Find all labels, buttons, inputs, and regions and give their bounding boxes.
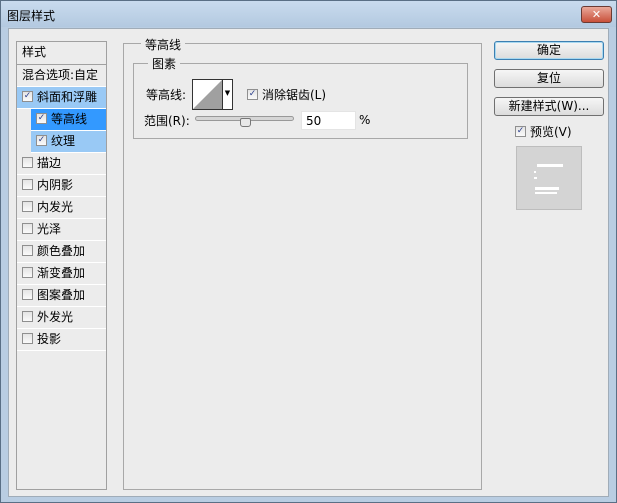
antialias-check[interactable]: ✓ (247, 89, 258, 100)
preview-label: 预览(V) (530, 125, 572, 139)
style-item[interactable]: 内发光 (17, 197, 106, 219)
style-item-checkbox[interactable] (22, 311, 33, 322)
layer-style-dialog: 图层样式 ✕ 样式 混合选项:自定 ✓ 斜面和浮雕 ✓ 等高线 ✓ 纹理描边内阴影内发光光… (0, 0, 617, 503)
style-item-checkbox[interactable] (22, 179, 33, 190)
preview-checkbox[interactable]: ✓ 预览(V) (515, 123, 572, 140)
antialias-label: 消除锯齿(L) (262, 88, 327, 102)
style-item-label: 纹理 (51, 134, 76, 148)
style-item-label: 图案叠加 (37, 288, 86, 302)
style-item-label: 内发光 (37, 200, 74, 214)
styles-list: 样式 混合选项:自定 ✓ 斜面和浮雕 ✓ 等高线 ✓ 纹理描边内阴影内发光光泽颜色叠加渐变… (16, 41, 107, 490)
style-item[interactable]: ✓ 斜面和浮雕 (17, 87, 106, 109)
contour-curve-icon (193, 80, 222, 109)
style-item[interactable]: ✓ 纹理 (31, 131, 106, 153)
reset-button[interactable]: 复位 (494, 69, 604, 88)
style-item-checkbox[interactable] (22, 267, 33, 278)
dialog-title: 图层样式 (7, 9, 56, 23)
style-item-label: 斜面和浮雕 (37, 90, 98, 104)
style-item-label: 内阴影 (37, 178, 74, 192)
style-item-checkbox[interactable] (22, 223, 33, 234)
style-item-checkbox[interactable]: ✓ (36, 113, 47, 124)
contour-label: 等高线: (146, 88, 187, 102)
style-item[interactable]: 颜色叠加 (17, 241, 106, 263)
styles-header[interactable]: 样式 (17, 42, 106, 65)
style-item-checkbox[interactable]: ✓ (22, 91, 33, 102)
style-item[interactable]: 外发光 (17, 307, 106, 329)
close-button[interactable]: ✕ (581, 6, 612, 23)
title-bar: 图层样式 (1, 1, 616, 27)
style-item-checkbox[interactable] (22, 157, 33, 168)
style-item-label: 颜色叠加 (37, 244, 86, 258)
style-item[interactable]: 光泽 (17, 219, 106, 241)
style-item[interactable]: 投影 (17, 329, 106, 351)
group-title: 图素 (148, 55, 181, 72)
style-item-label: 投影 (37, 332, 62, 346)
style-item[interactable]: 描边 (17, 153, 106, 175)
style-item[interactable]: ✓ 等高线 (31, 109, 106, 131)
antialias-checkbox[interactable]: ✓ 消除锯齿(L) (247, 86, 326, 103)
style-item-label: 外发光 (37, 310, 74, 324)
preview-check[interactable]: ✓ (515, 126, 526, 137)
chevron-down-icon[interactable]: ▼ (222, 80, 232, 109)
style-item-checkbox[interactable] (22, 201, 33, 212)
style-item[interactable]: 图案叠加 (17, 285, 106, 307)
style-item[interactable]: 渐变叠加 (17, 263, 106, 285)
style-item-checkbox[interactable]: ✓ (36, 135, 47, 146)
blending-options[interactable]: 混合选项:自定 (17, 65, 106, 87)
preview-thumbnail-icon (534, 164, 563, 194)
range-slider-thumb[interactable] (239, 118, 251, 127)
section-title: 等高线 (141, 36, 186, 53)
style-item-label: 渐变叠加 (37, 266, 86, 280)
style-item-checkbox[interactable] (22, 333, 33, 344)
range-input[interactable]: 50 (301, 111, 356, 130)
contour-picker[interactable]: ▼ (192, 79, 233, 110)
style-item[interactable]: 内阴影 (17, 175, 106, 197)
ok-button[interactable]: 确定 (494, 41, 604, 60)
style-item-checkbox[interactable] (22, 289, 33, 300)
range-unit: % (359, 113, 371, 127)
style-item-checkbox[interactable] (22, 245, 33, 256)
style-preview (516, 146, 582, 210)
style-item-label: 描边 (37, 156, 62, 170)
style-item-label: 光泽 (37, 222, 62, 236)
style-item-label: 等高线 (51, 112, 88, 126)
range-label: 范围(R): (144, 114, 190, 128)
new-style-button[interactable]: 新建样式(W)... (494, 97, 604, 116)
